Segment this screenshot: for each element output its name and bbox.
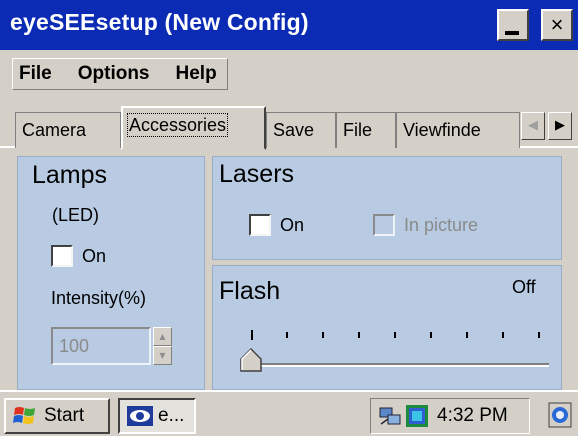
flash-panel: Flash Off bbox=[212, 265, 562, 390]
slider-tick bbox=[322, 332, 324, 338]
chevron-up-icon: ▲ bbox=[159, 332, 166, 341]
slider-tick bbox=[502, 332, 504, 338]
lamps-on-label: On bbox=[82, 246, 107, 266]
minimize-button[interactable] bbox=[497, 9, 529, 41]
close-icon: × bbox=[550, 12, 564, 37]
app-eye-icon bbox=[127, 406, 153, 426]
tab-file[interactable]: File bbox=[336, 112, 396, 148]
chevron-left-icon: ◀ bbox=[528, 118, 538, 133]
tab-viewfinder[interactable]: Viewfinde bbox=[396, 112, 520, 148]
chevron-right-icon: ▶ bbox=[555, 118, 565, 133]
menu-bar: File Options Help bbox=[0, 50, 578, 94]
intensity-label: Intensity(%) bbox=[51, 288, 147, 308]
tab-scroll-left-button[interactable]: ◀ bbox=[521, 112, 545, 140]
lamps-subtitle: (LED) bbox=[52, 205, 100, 225]
lasers-on-checkbox[interactable] bbox=[249, 214, 271, 236]
intensity-down-button[interactable]: ▼ bbox=[153, 346, 172, 365]
taskbar-app-label: e... bbox=[158, 405, 185, 426]
tab-camera-label: Camera bbox=[22, 120, 87, 140]
in-picture-label: In picture bbox=[404, 215, 479, 235]
tab-save-label: Save bbox=[273, 120, 315, 140]
tab-file-label: File bbox=[343, 120, 373, 140]
close-button[interactable]: × bbox=[541, 9, 573, 41]
lamps-on-checkbox[interactable] bbox=[51, 245, 73, 267]
tab-accessories[interactable]: Accessories bbox=[121, 106, 266, 150]
menu-options[interactable]: Options bbox=[78, 63, 150, 85]
flash-heading: Flash bbox=[219, 277, 281, 305]
system-tray: 4:32 PM bbox=[370, 398, 530, 434]
flash-slider-thumb[interactable] bbox=[240, 348, 262, 372]
window-title: eyeSEEsetup (New Config) bbox=[10, 9, 309, 35]
slider-tick bbox=[538, 332, 540, 338]
slider-tick bbox=[251, 330, 253, 340]
lasers-heading: Lasers bbox=[219, 160, 295, 188]
menu-help[interactable]: Help bbox=[176, 63, 217, 85]
taskbar-app-button[interactable]: e... bbox=[118, 398, 196, 434]
chevron-down-icon: ▼ bbox=[159, 351, 166, 360]
clock[interactable]: 4:32 PM bbox=[437, 405, 508, 427]
slider-tick bbox=[430, 332, 432, 338]
tab-camera[interactable]: Camera bbox=[15, 112, 121, 148]
slider-tick bbox=[358, 332, 360, 338]
tab-accessories-label: Accessories bbox=[126, 113, 229, 137]
lasers-on-label: On bbox=[280, 215, 305, 235]
slider-tick bbox=[286, 332, 288, 338]
flash-value: Off bbox=[512, 277, 536, 297]
lamps-heading: Lamps bbox=[32, 161, 108, 189]
lamps-panel: Lamps (LED) On Intensity(%) 100 ▲ ▼ bbox=[17, 156, 205, 390]
tab-scroll-right-button[interactable]: ▶ bbox=[548, 112, 572, 140]
tab-viewfinder-label: Viewfinde bbox=[403, 120, 481, 140]
menu-file[interactable]: File bbox=[19, 63, 52, 85]
flash-slider-track[interactable] bbox=[249, 363, 549, 367]
slider-tick bbox=[466, 332, 468, 338]
connection-icon[interactable] bbox=[405, 404, 429, 428]
slider-tick bbox=[394, 332, 396, 338]
intensity-value: 100 bbox=[59, 336, 90, 356]
start-button[interactable]: Start bbox=[4, 398, 110, 434]
tab-strip: Camera Accessories Save File Viewfinde bbox=[0, 104, 578, 150]
tab-save[interactable]: Save bbox=[266, 112, 336, 148]
desktop-icon[interactable] bbox=[547, 400, 573, 430]
intensity-up-button[interactable]: ▲ bbox=[153, 327, 172, 346]
in-picture-checkbox[interactable] bbox=[373, 214, 395, 236]
minimize-icon bbox=[505, 31, 519, 35]
network-icon[interactable] bbox=[377, 404, 403, 428]
windows-logo-icon bbox=[13, 407, 35, 424]
intensity-input[interactable]: 100 bbox=[51, 327, 151, 365]
start-label: Start bbox=[44, 405, 85, 426]
title-bar[interactable]: eyeSEEsetup (New Config) × bbox=[0, 0, 578, 50]
intensity-stepper[interactable]: ▲ ▼ bbox=[153, 327, 172, 365]
taskbar: Start e... 4:32 PM bbox=[0, 390, 578, 436]
lasers-panel: Lasers On In picture bbox=[212, 156, 562, 260]
menu-group: File Options Help bbox=[12, 58, 228, 90]
